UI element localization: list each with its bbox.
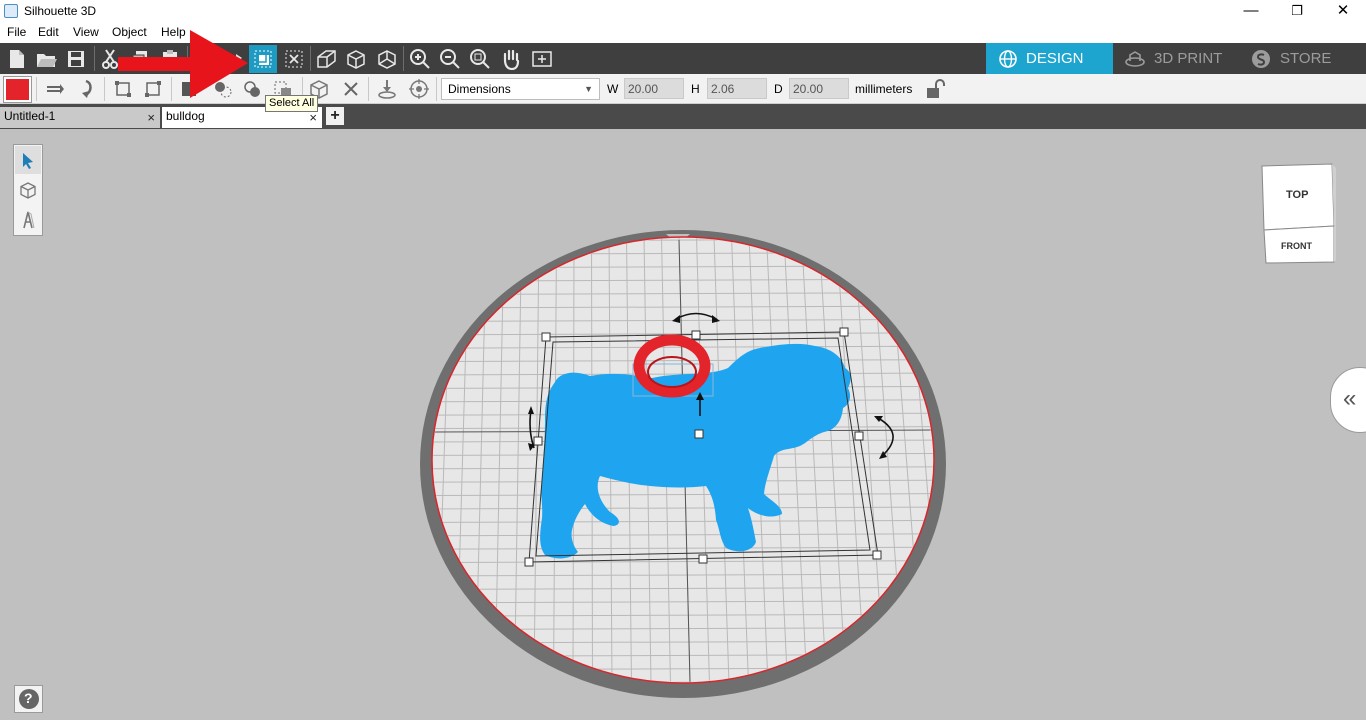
build-plate-scene[interactable] <box>0 129 1366 720</box>
view-cube[interactable]: TOP FRONT <box>1260 162 1336 266</box>
annotation-overlay <box>118 30 248 98</box>
view-tools-panel <box>13 144 43 236</box>
view-cube-front[interactable]: FRONT <box>1281 241 1312 251</box>
pointer-icon[interactable] <box>15 146 41 174</box>
help-label: ? <box>24 690 33 706</box>
help-button[interactable]: ? <box>14 685 43 713</box>
text-3d-icon[interactable] <box>15 206 41 234</box>
view-cube-top[interactable]: TOP <box>1286 189 1308 201</box>
select-all-tooltip: Select All <box>265 95 319 112</box>
cube-view-icon[interactable] <box>15 176 41 204</box>
red-pointer-arrow <box>118 30 248 98</box>
